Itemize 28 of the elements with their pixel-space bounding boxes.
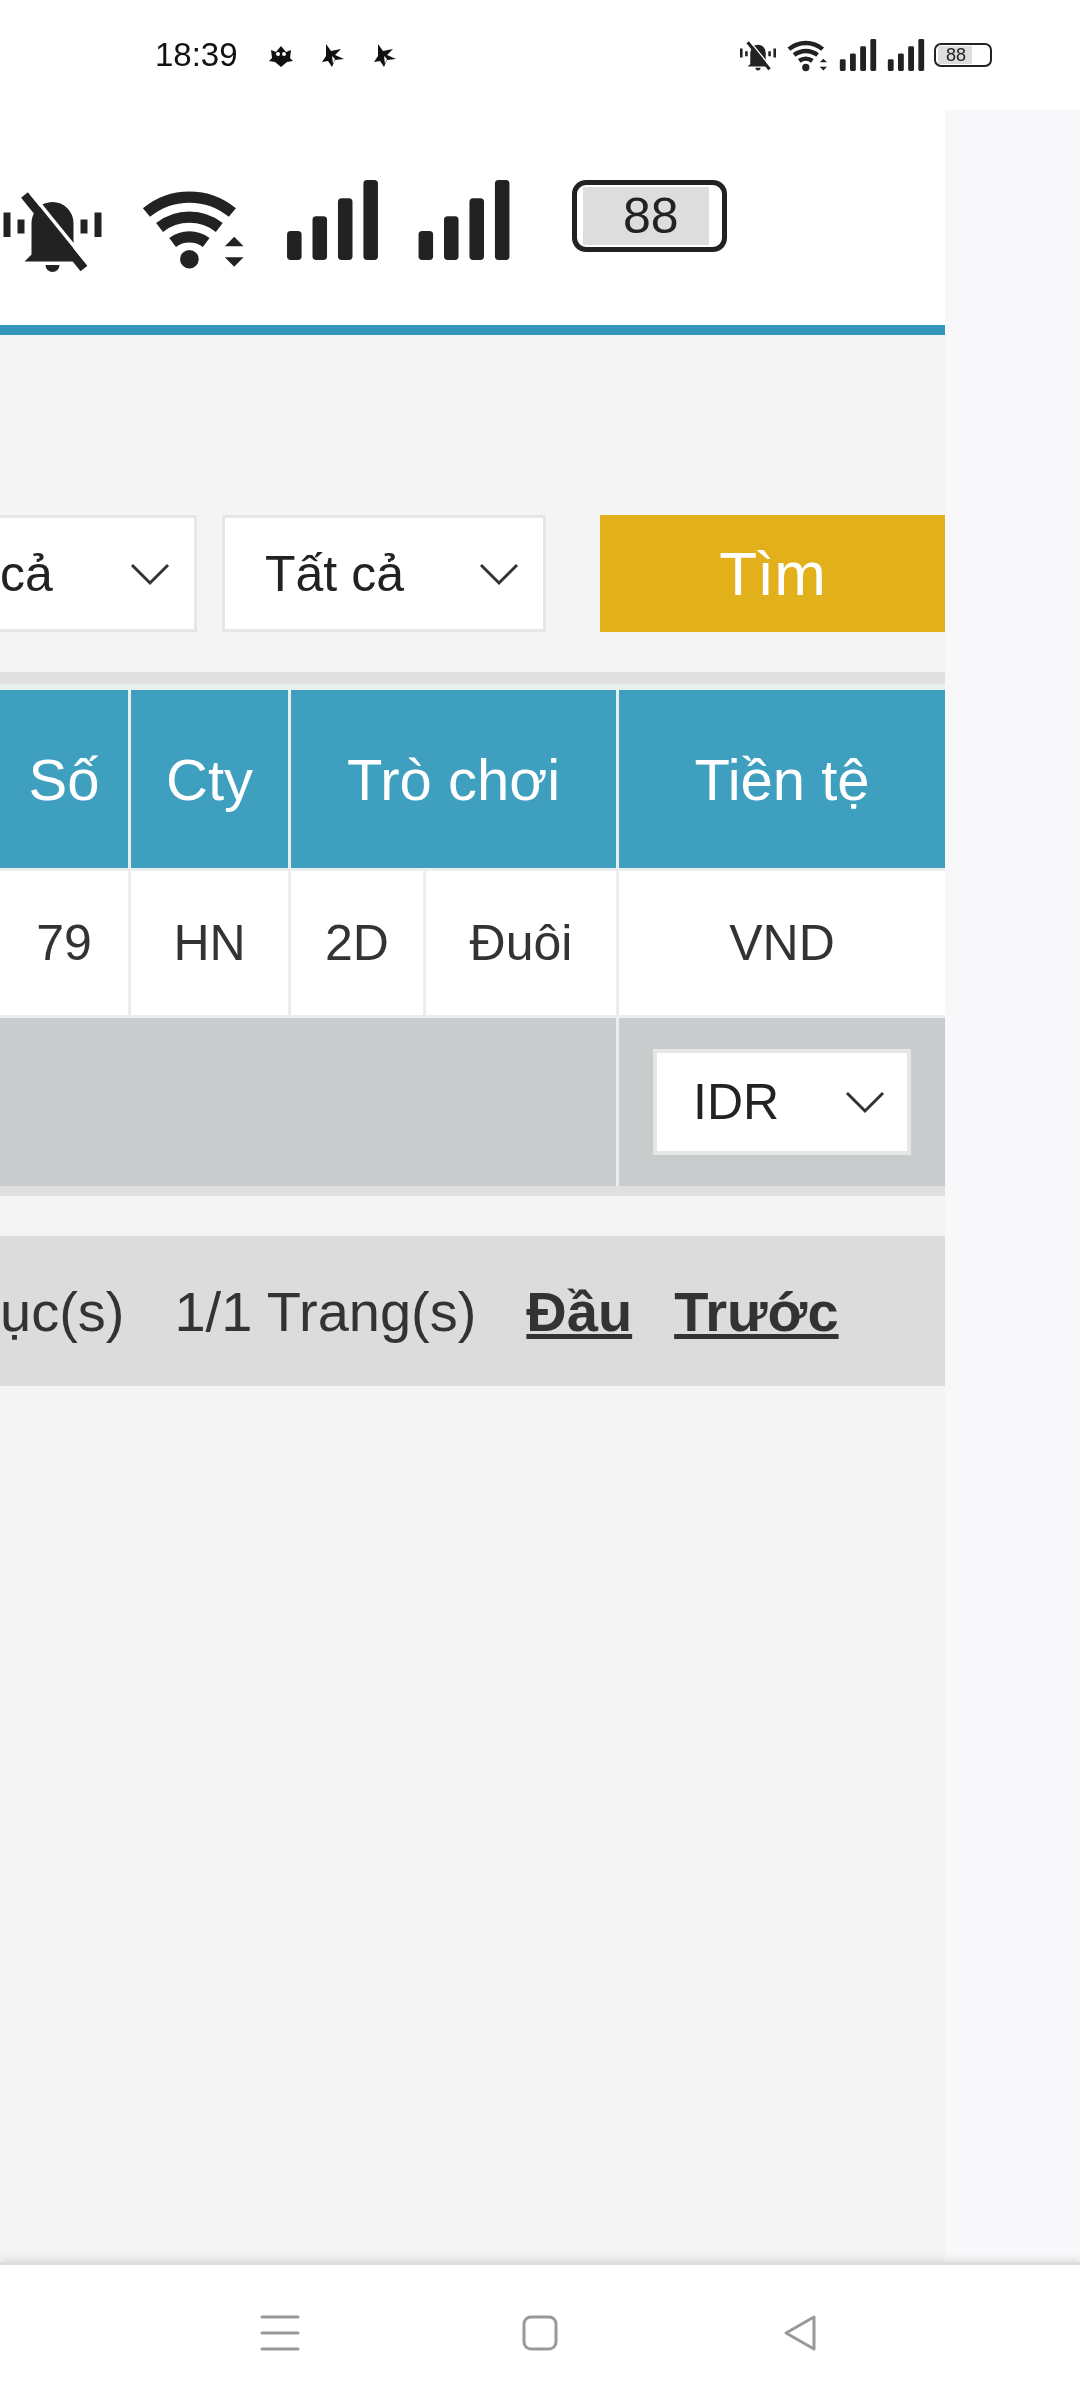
column-header: Tiền tệ <box>619 690 945 868</box>
table-cell: Đuôi <box>426 868 616 1015</box>
home-square-icon[interactable] <box>522 2314 558 2351</box>
back-icon[interactable] <box>782 2313 818 2352</box>
page-count: 1/1 Trang(s) <box>174 1278 477 1344</box>
signal-icon <box>838 39 878 71</box>
chevron-down-icon <box>845 1090 885 1114</box>
battery-level: 88 <box>583 187 709 245</box>
filter-dropdown[interactable]: cả <box>0 515 197 632</box>
status-time: 18:39 <box>155 36 238 74</box>
currency-dropdown[interactable]: IDR <box>653 1049 911 1155</box>
table-cell: 2D <box>291 868 423 1015</box>
column-header: Số <box>0 690 128 868</box>
table-cell: HN <box>131 868 288 1015</box>
page-link[interactable]: Đầu <box>526 1278 633 1344</box>
signal-icon <box>285 180 380 260</box>
chevron-down-icon <box>479 561 519 586</box>
page-link[interactable]: Trước <box>674 1278 839 1344</box>
column-header: Trò chơi <box>291 690 616 868</box>
table-cell: 79 <box>0 868 128 1015</box>
record-count: ục(s) <box>0 1278 125 1344</box>
filter-dropdown[interactable]: Tất cả <box>222 515 546 632</box>
table-cell: VND <box>619 868 945 1015</box>
menu-icon[interactable] <box>260 2313 300 2352</box>
signal-icon <box>886 39 926 71</box>
column-header: Cty <box>131 690 288 868</box>
chevron-down-icon <box>130 561 170 586</box>
battery-level: 88 <box>938 46 973 64</box>
